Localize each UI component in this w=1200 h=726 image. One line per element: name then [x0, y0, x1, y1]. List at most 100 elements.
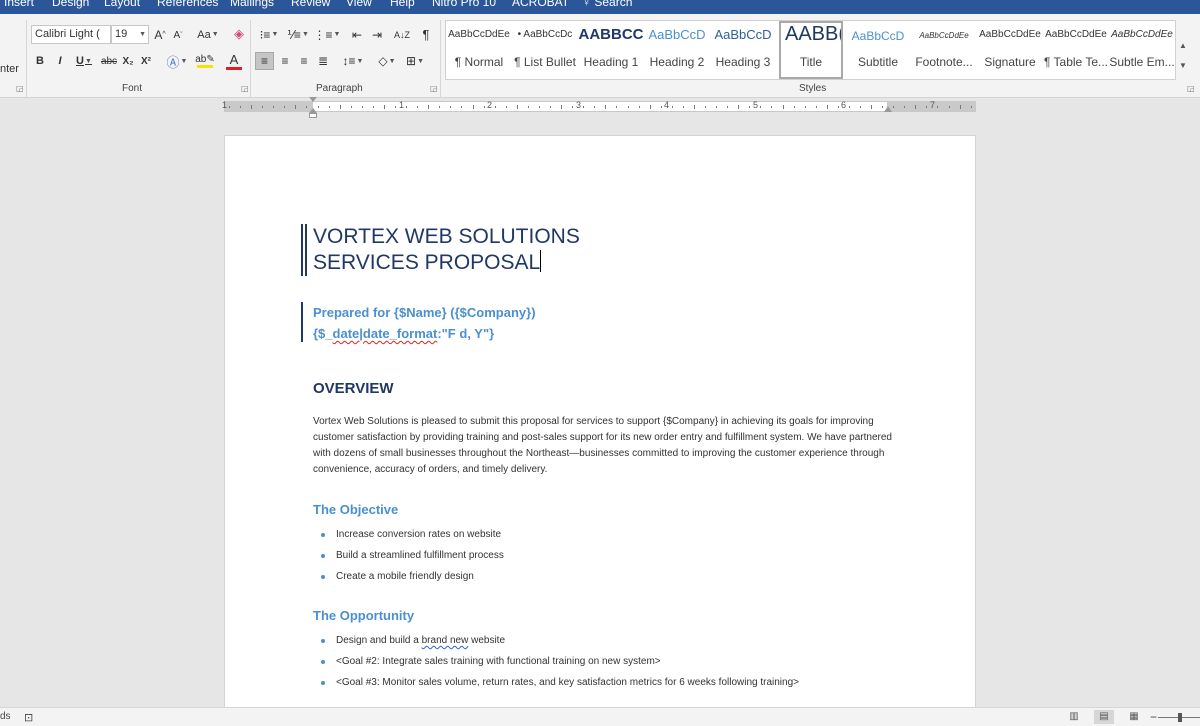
first-line-indent-marker[interactable]	[309, 97, 317, 102]
underline-button[interactable]: U ▼	[72, 52, 96, 70]
justify-icon: ≣	[317, 54, 329, 68]
clear-formatting-button[interactable]: ◈	[230, 24, 248, 44]
tab-mailings[interactable]: Mailings	[230, 0, 274, 9]
gallery-scroll-up-icon[interactable]: ▲	[1176, 36, 1190, 56]
list-item[interactable]: Design and build a brand new website	[321, 630, 799, 651]
group-separator	[26, 20, 27, 98]
overview-heading[interactable]: OVERVIEW	[313, 380, 394, 397]
bold-button[interactable]: B	[33, 52, 47, 70]
status-word-count[interactable]: ds	[0, 711, 11, 722]
decrease-indent-button[interactable]: ⇤	[348, 25, 366, 44]
zoom-out-icon[interactable]: −	[1150, 710, 1157, 724]
objective-list: Increase conversion rates on website Bui…	[321, 524, 504, 587]
print-layout-icon[interactable]: ▤	[1094, 710, 1114, 724]
shading-button[interactable]: ◇ ▼	[374, 52, 400, 70]
align-center-button[interactable]: ≡	[276, 52, 294, 70]
italic-button[interactable]: I	[53, 52, 67, 70]
ruler-number: 5	[753, 100, 759, 110]
superscript-button[interactable]: X²	[139, 52, 153, 70]
ruler-tick	[804, 106, 806, 108]
gallery-more-icon[interactable]: ▼	[1176, 56, 1190, 76]
clipboard-launcher-icon[interactable]: ◲	[16, 85, 24, 93]
web-layout-icon[interactable]: ▦	[1124, 710, 1144, 724]
bullet-icon	[321, 554, 325, 558]
tab-acrobat[interactable]: ACROBAT	[512, 0, 569, 9]
word-window: Insert Design Layout References Mailings…	[0, 0, 1200, 726]
font-name-combo[interactable]: Calibri Light (	[31, 25, 111, 44]
subtitle-date-prefix: {$_	[313, 326, 333, 341]
grow-font-button[interactable]: A ^	[153, 25, 167, 44]
document-page[interactable]: VORTEX WEB SOLUTIONS SERVICES PROPOSAL P…	[224, 135, 976, 715]
tab-insert[interactable]: Insert	[4, 0, 34, 9]
left-indent-marker[interactable]	[309, 113, 317, 118]
horizontal-ruler[interactable]: 1 1 2 3 4 5 6 7	[222, 100, 976, 112]
subscript-button[interactable]: X₂	[121, 52, 135, 70]
bullets-button[interactable]: ⁝≡ ▼	[255, 25, 283, 44]
style-footnote[interactable]: AaBbCcDdEe Footnote...	[911, 21, 977, 79]
style-signature[interactable]: AaBbCcDdEe Signature	[977, 21, 1043, 79]
sort-button[interactable]: A↓Z	[392, 25, 412, 44]
ruler-tick	[439, 106, 441, 108]
list-item[interactable]: Increase conversion rates on website	[321, 524, 504, 545]
numbering-button[interactable]: ⅟≡ ▼	[284, 25, 312, 44]
style-subtle-emphasis[interactable]: AaBbCcDdEe Subtle Em...	[1109, 21, 1175, 79]
document-subtitle[interactable]: Prepared for {$Name} ({$Company}) {$_dat…	[313, 302, 536, 344]
ruler-tick	[660, 106, 662, 108]
multilevel-list-button[interactable]: ⋮≡ ▼	[313, 25, 341, 44]
tell-me-search[interactable]: ♀ Search	[582, 0, 632, 9]
list-item[interactable]: Build a streamlined fulfillment process	[321, 545, 504, 566]
ruler-tick	[649, 105, 651, 109]
tab-references[interactable]: References	[157, 0, 218, 9]
ruler-tick	[782, 105, 784, 109]
read-mode-icon[interactable]: ▥	[1064, 710, 1084, 724]
tab-view[interactable]: View	[346, 0, 372, 9]
strikethrough-button[interactable]: abc	[100, 52, 118, 70]
shrink-font-button[interactable]: Aˇ	[171, 27, 185, 44]
font-color-button[interactable]: A	[221, 51, 247, 71]
proofing-icon[interactable]: ⊡	[24, 711, 33, 724]
ruler-number: 1	[222, 100, 228, 110]
list-item[interactable]: Create a mobile friendly design	[321, 566, 504, 587]
tab-design[interactable]: Design	[52, 0, 89, 9]
style-subtitle[interactable]: AaBbCcD Subtitle	[845, 21, 911, 79]
list-item[interactable]: <Goal #3: Monitor sales volume, return r…	[321, 672, 799, 693]
style-heading-1[interactable]: AABBCC Heading 1	[578, 21, 644, 79]
style-heading-3[interactable]: AaBbCcD Heading 3	[710, 21, 776, 79]
style-normal[interactable]: AaBbCcDdEe ¶ Normal	[446, 21, 512, 79]
zoom-slider-thumb[interactable]	[1178, 713, 1182, 722]
ruler-tick	[527, 106, 529, 108]
overview-paragraph[interactable]: Vortex Web Solutions is pleased to submi…	[313, 414, 893, 478]
tab-review[interactable]: Review	[291, 0, 330, 9]
show-formatting-button[interactable]: ¶	[418, 25, 434, 44]
ruler-tick	[671, 106, 673, 108]
opportunity-heading[interactable]: The Opportunity	[313, 608, 414, 623]
increase-indent-button[interactable]: ⇥	[368, 25, 386, 44]
ribbon-tab-bar: Insert Design Layout References Mailings…	[0, 0, 1200, 14]
change-case-button[interactable]: Aa ▼	[196, 25, 220, 44]
paragraph-dialog-launcher-icon[interactable]: ◲	[430, 85, 438, 93]
style-list-bullet[interactable]: • AaBbCcDc ¶ List Bullet	[512, 21, 578, 79]
style-preview: • AaBbCcDc	[517, 29, 573, 40]
styles-dialog-launcher-icon[interactable]: ◲	[1187, 85, 1195, 93]
align-left-button[interactable]: ≡	[255, 52, 274, 70]
font-dialog-launcher-icon[interactable]: ◲	[241, 85, 249, 93]
justify-button[interactable]: ≣	[314, 52, 332, 70]
text-effects-button[interactable]: Ⓐ ▼	[165, 52, 189, 70]
document-title[interactable]: VORTEX WEB SOLUTIONS SERVICES PROPOSAL	[313, 224, 580, 276]
list-item[interactable]: <Goal #2: Integrate sales training with …	[321, 651, 799, 672]
zoom-slider[interactable]	[1158, 713, 1200, 722]
highlight-button[interactable]: ab✎	[192, 51, 218, 71]
align-right-button[interactable]: ≡	[295, 52, 313, 70]
borders-button[interactable]: ⊞ ▼	[402, 52, 428, 70]
tab-nitro-pro[interactable]: Nitro Pro 10	[432, 0, 496, 9]
objective-heading[interactable]: The Objective	[313, 502, 398, 517]
style-heading-2[interactable]: AaBbCcD Heading 2	[644, 21, 710, 79]
style-table-text[interactable]: AaBbCcDdEe ¶ Table Te...	[1043, 21, 1109, 79]
list-item-text: website	[468, 635, 506, 646]
tab-help[interactable]: Help	[390, 0, 415, 9]
font-size-combo[interactable]: 19 ▼	[111, 25, 149, 44]
line-spacing-button[interactable]: ↕≡ ▼	[340, 52, 366, 70]
right-indent-marker[interactable]	[884, 106, 892, 112]
style-title[interactable]: AABB(Title	[779, 21, 843, 79]
tab-layout[interactable]: Layout	[104, 0, 140, 9]
